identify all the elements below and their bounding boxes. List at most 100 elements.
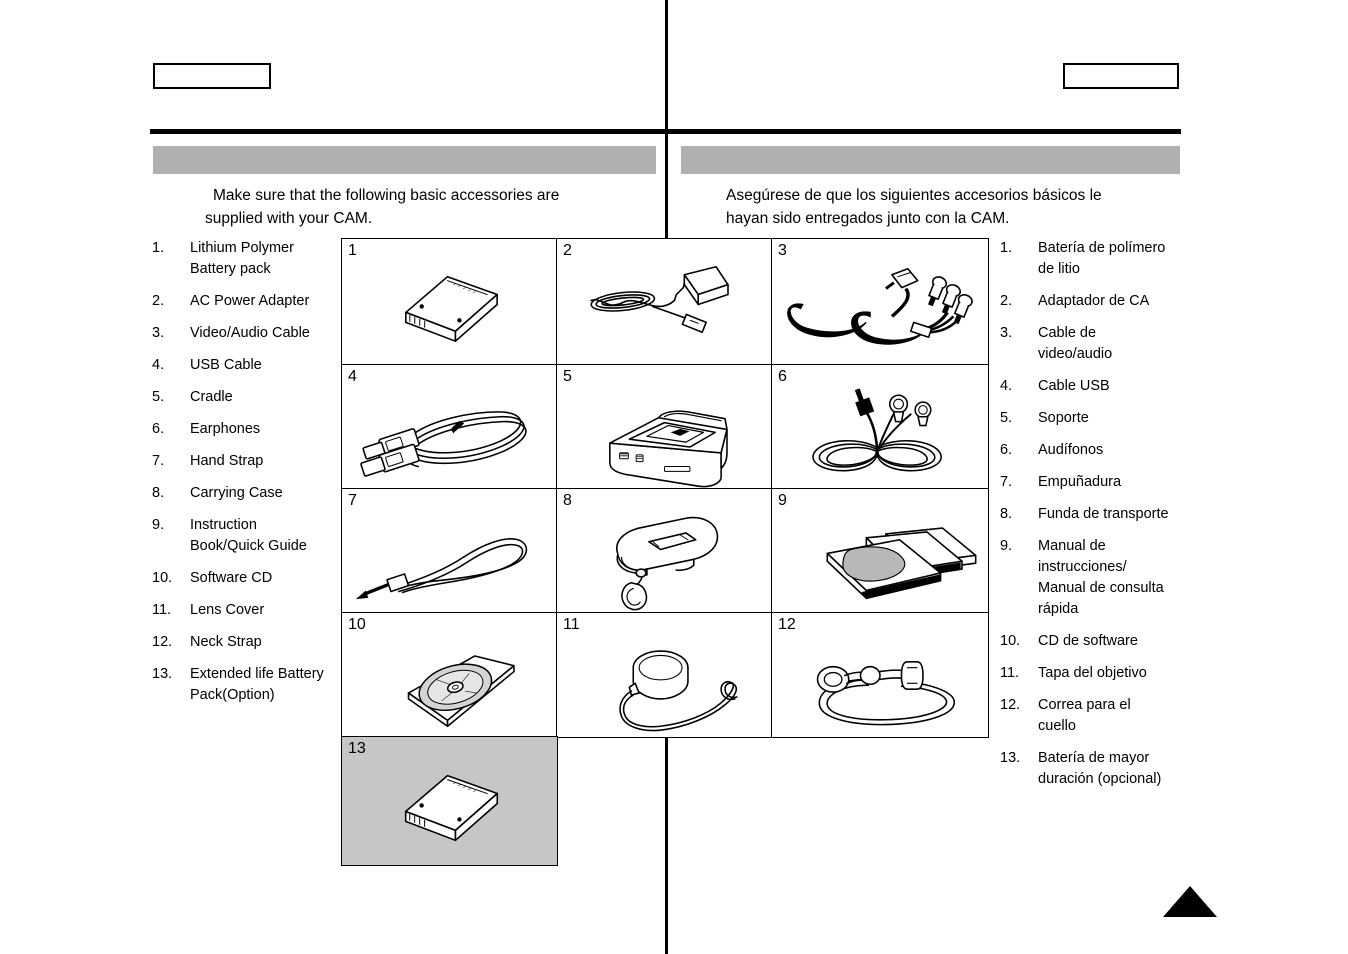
accessory-cell-number: 11	[563, 616, 580, 633]
accessory-list-item: 4. Cable USB	[1000, 376, 1195, 397]
software-cd-icon	[342, 613, 557, 737]
accessory-number: 8.	[152, 485, 165, 501]
accessory-label: Soporte	[1038, 410, 1089, 426]
accessory-label: Audífonos	[1038, 442, 1104, 458]
accessory-number: 11.	[152, 602, 172, 618]
accessory-number: 11.	[1000, 665, 1020, 681]
cradle-icon	[557, 365, 772, 489]
instruction-book-icon	[772, 489, 988, 613]
accessory-list-item: 8. Funda de transporte	[1000, 504, 1195, 525]
right-header-rule	[666, 129, 1181, 134]
accessory-list-item: 9. Manual de instrucciones/ Manual de con…	[1000, 536, 1195, 620]
accessory-list-item: 12. Neck Strap	[152, 632, 342, 653]
accessory-number: 12.	[152, 634, 173, 650]
left-page-number-box	[153, 63, 271, 89]
accessory-cell-12: 12	[771, 612, 989, 738]
accessory-cell-number: 3	[778, 242, 787, 259]
manual-page: Make sure that the following basic acces…	[0, 0, 1348, 954]
accessory-label: Lithium Polymer Battery pack	[190, 240, 294, 277]
av-cable-icon	[772, 239, 988, 365]
neck-strap-icon	[772, 613, 988, 737]
usb-cable-icon	[342, 365, 557, 489]
accessory-list-item: 2. AC Power Adapter	[152, 291, 342, 312]
triangle-up-marker	[1163, 886, 1217, 917]
accessory-number: 10.	[1000, 633, 1021, 649]
accessory-label: Video/Audio Cable	[190, 325, 310, 341]
accessory-cell-number: 2	[563, 242, 572, 259]
accessory-list-item: 6. Audífonos	[1000, 440, 1195, 461]
lens-cover-icon	[557, 613, 772, 737]
accessory-number: 9.	[152, 517, 165, 533]
accessory-label: Earphones	[190, 421, 261, 437]
accessory-number: 12.	[1000, 697, 1021, 713]
left-intro-text: Make sure that the following basic acces…	[205, 187, 560, 227]
accessory-number: 3.	[152, 325, 165, 341]
accessory-list-item: 12. Correa para el cuello	[1000, 695, 1195, 737]
accessory-number: 3.	[1000, 325, 1013, 341]
accessory-cell-number: 10	[348, 616, 366, 633]
accessory-list-item: 10. CD de software	[1000, 631, 1195, 652]
accessory-number: 5.	[1000, 410, 1013, 426]
accessory-number: 7.	[152, 453, 165, 469]
accessory-label: Empuñadura	[1038, 474, 1122, 490]
accessory-list-item: 7. Empuñadura	[1000, 472, 1195, 493]
accessory-number: 4.	[1000, 378, 1013, 394]
accessory-cell-number: 6	[778, 368, 787, 385]
accessory-label: Lens Cover	[190, 602, 265, 618]
right-section-title-bar	[681, 146, 1180, 174]
accessory-number: 6.	[1000, 442, 1013, 458]
accessory-label: Cable de video/audio	[1038, 325, 1113, 362]
accessory-list-item: 5. Cradle	[152, 387, 342, 408]
accessory-cell-3: 3	[771, 238, 989, 366]
carrying-case-icon	[557, 489, 772, 613]
accessory-list-item: 4. USB Cable	[152, 355, 342, 376]
accessory-label: Adaptador de CA	[1038, 293, 1150, 309]
left-section-title-bar	[153, 146, 656, 174]
accessory-label: Software CD	[190, 570, 273, 586]
accessory-cell-13: 13	[341, 736, 558, 866]
left-header-rule	[150, 129, 666, 134]
extended-battery-icon	[342, 737, 557, 865]
accessory-label: Extended life Battery Pack(Option)	[190, 666, 324, 703]
accessory-list-item: 3. Cable de video/audio	[1000, 323, 1195, 365]
accessory-number: 13.	[1000, 750, 1021, 766]
accessory-cell-8: 8	[556, 488, 773, 614]
accessory-cell-number: 1	[348, 242, 357, 259]
accessory-cell-number: 8	[563, 492, 572, 509]
accessory-label: Manual de instrucciones/ Manual de consu…	[1038, 538, 1164, 617]
ac-power-adapter-icon	[557, 239, 772, 365]
accessory-cell-number: 13	[348, 740, 366, 757]
accessory-cell-6: 6	[771, 364, 989, 490]
accessory-label: Batería de mayor duración (opcional)	[1038, 750, 1162, 787]
accessory-label: Cable USB	[1038, 378, 1110, 394]
accessory-illustration-grid: 1 2 3 4 5 6 7 8 9 10 11 12 13	[341, 238, 991, 866]
accessory-list-item: 6. Earphones	[152, 419, 342, 440]
accessory-label: Cradle	[190, 389, 233, 405]
accessory-number: 6.	[152, 421, 165, 437]
accessory-cell-4: 4	[341, 364, 558, 490]
accessory-cell-5: 5	[556, 364, 773, 490]
right-page-number-box	[1063, 63, 1179, 89]
accessory-cell-number: 4	[348, 368, 357, 385]
accessory-number: 1.	[1000, 240, 1013, 256]
accessory-cell-number: 12	[778, 616, 796, 633]
accessory-label: USB Cable	[190, 357, 262, 373]
accessory-label: Funda de transporte	[1038, 506, 1169, 522]
accessory-cell-11: 11	[556, 612, 773, 738]
accessory-cell-2: 2	[556, 238, 773, 366]
accessory-label: Instruction Book/Quick Guide	[190, 517, 307, 554]
accessory-list-item: 1. Batería de polímero de litio	[1000, 238, 1195, 280]
accessory-list-item: 11. Lens Cover	[152, 600, 342, 621]
accessory-list-item: 9. Instruction Book/Quick Guide	[152, 515, 342, 557]
accessory-label: Carrying Case	[190, 485, 283, 501]
accessory-number: 10.	[152, 570, 173, 586]
accessory-number: 13.	[152, 666, 173, 682]
hand-strap-icon	[342, 489, 557, 613]
accessory-cell-7: 7	[341, 488, 558, 614]
accessory-label: Tapa del objetivo	[1038, 665, 1147, 681]
accessory-list-item: 1. Lithium Polymer Battery pack	[152, 238, 342, 280]
accessory-cell-1: 1	[341, 238, 558, 366]
accessory-list-item: 10. Software CD	[152, 568, 342, 589]
accessory-number: 2.	[1000, 293, 1013, 309]
accessory-cell-number: 7	[348, 492, 357, 509]
